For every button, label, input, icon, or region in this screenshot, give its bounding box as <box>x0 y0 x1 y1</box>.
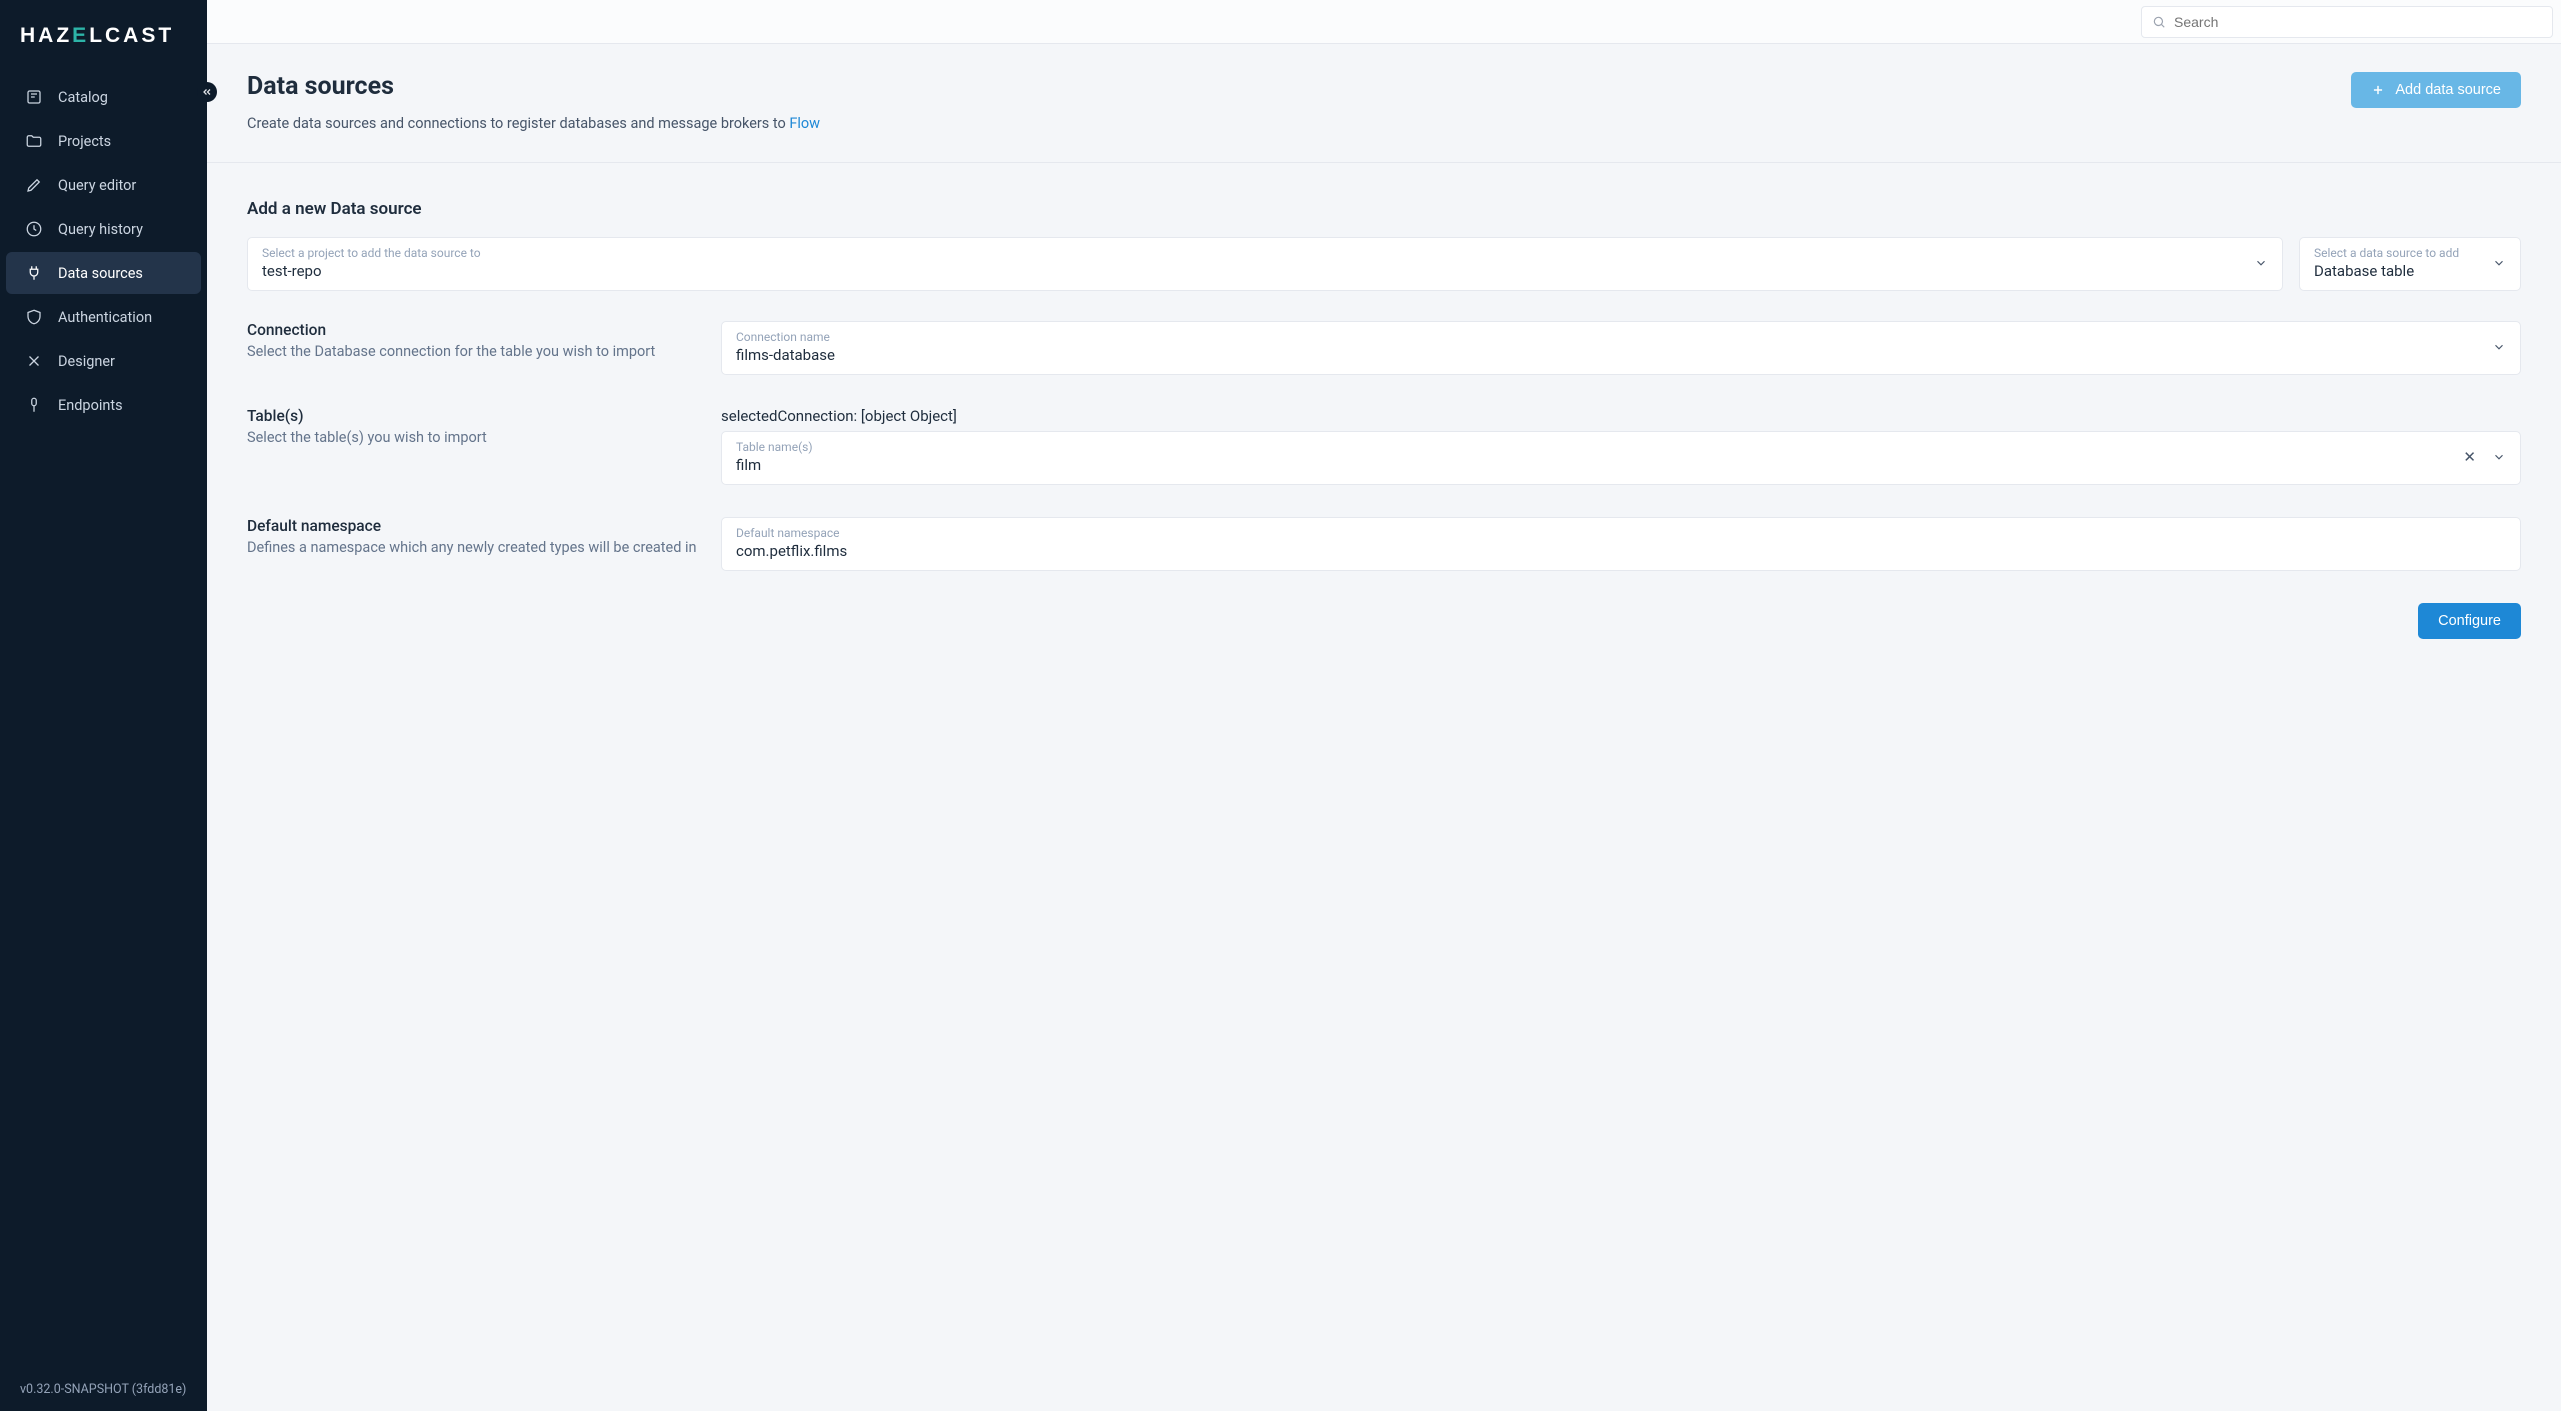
sidebar-item-query-history[interactable]: Query history <box>6 208 201 250</box>
project-select[interactable]: Select a project to add the data source … <box>247 237 2283 291</box>
form-content: Add a new Data source Select a project t… <box>207 163 2561 679</box>
topbar <box>207 0 2561 44</box>
folder-icon <box>24 131 44 151</box>
endpoint-icon <box>24 395 44 415</box>
logo: HAZELCAST <box>0 0 207 66</box>
logo-post: LCAST <box>89 24 174 47</box>
project-value: test-repo <box>262 262 322 280</box>
type-value: Database table <box>2314 262 2414 280</box>
connection-desc: Select the Database connection for the t… <box>247 343 701 360</box>
data-source-type-select[interactable]: Select a data source to add Database tab… <box>2299 237 2521 291</box>
project-label: Select a project to add the data source … <box>262 246 2246 260</box>
tables-title: Table(s) <box>247 407 701 425</box>
section-title: Add a new Data source <box>247 199 2521 219</box>
sidebar-item-label: Query history <box>58 221 143 238</box>
nav: Catalog Projects Query editor Query hist… <box>0 66 207 428</box>
sidebar-item-label: Endpoints <box>58 397 123 414</box>
search-input[interactable] <box>2174 14 2542 30</box>
namespace-input[interactable]: Default namespace com.petflix.films <box>721 517 2521 571</box>
connection-value: films-database <box>736 346 835 364</box>
search-box[interactable] <box>2141 6 2553 38</box>
plug-icon <box>24 263 44 283</box>
version-text: v0.32.0-SNAPSHOT (3fdd81e) <box>0 1368 207 1411</box>
sidebar-item-label: Authentication <box>58 309 152 326</box>
sidebar-item-query-editor[interactable]: Query editor <box>6 164 201 206</box>
main: Data sources Create data sources and con… <box>207 0 2561 1411</box>
logo-pre: HAZ <box>20 24 72 47</box>
connection-field-label: Connection name <box>736 330 2484 344</box>
tables-select[interactable]: Table name(s) film ✕ <box>721 431 2521 485</box>
sidebar-item-label: Query editor <box>58 177 136 194</box>
tables-value: film <box>736 456 761 474</box>
sidebar-item-endpoints[interactable]: Endpoints <box>6 384 201 426</box>
logo-accent: E <box>72 24 89 47</box>
pencil-icon <box>24 175 44 195</box>
configure-button[interactable]: Configure <box>2418 603 2521 639</box>
sidebar-item-projects[interactable]: Projects <box>6 120 201 162</box>
sidebar-item-label: Projects <box>58 133 111 150</box>
namespace-value: com.petflix.films <box>736 542 847 560</box>
history-icon <box>24 219 44 239</box>
sidebar-item-label: Catalog <box>58 89 108 106</box>
sidebar-item-data-sources[interactable]: Data sources <box>6 252 201 294</box>
selected-connection-debug: selectedConnection: [object Object] <box>721 407 2521 425</box>
namespace-field-label: Default namespace <box>736 526 2506 540</box>
shield-icon <box>24 307 44 327</box>
add-button-label: Add data source <box>2395 82 2501 98</box>
page-header: Data sources Create data sources and con… <box>207 44 2561 163</box>
flow-link[interactable]: Flow <box>789 115 820 132</box>
chevron-down-icon[interactable] <box>2254 256 2268 270</box>
tables-field-label: Table name(s) <box>736 440 2463 454</box>
chevron-down-icon[interactable] <box>2492 340 2506 354</box>
collapse-sidebar-button[interactable] <box>197 82 217 102</box>
namespace-title: Default namespace <box>247 517 701 535</box>
search-icon <box>2152 15 2166 29</box>
page-title: Data sources <box>247 72 2351 101</box>
connection-title: Connection <box>247 321 701 339</box>
tables-desc: Select the table(s) you wish to import <box>247 429 701 446</box>
type-label: Select a data source to add <box>2314 246 2484 260</box>
sidebar: HAZELCAST Catalog Projects Query editor … <box>0 0 207 1411</box>
catalog-icon <box>24 87 44 107</box>
namespace-desc: Defines a namespace which any newly crea… <box>247 539 701 556</box>
clear-icon[interactable]: ✕ <box>2463 448 2476 466</box>
sidebar-item-catalog[interactable]: Catalog <box>6 76 201 118</box>
sidebar-item-authentication[interactable]: Authentication <box>6 296 201 338</box>
chevron-down-icon[interactable] <box>2492 256 2506 270</box>
add-data-source-button[interactable]: Add data source <box>2351 72 2521 108</box>
sidebar-item-designer[interactable]: Designer <box>6 340 201 382</box>
connection-select[interactable]: Connection name films-database <box>721 321 2521 375</box>
tools-icon <box>24 351 44 371</box>
page-subtitle: Create data sources and connections to r… <box>247 115 2351 132</box>
plus-icon <box>2371 83 2385 97</box>
chevron-double-left-icon <box>201 86 213 98</box>
sidebar-item-label: Designer <box>58 353 115 370</box>
sidebar-item-label: Data sources <box>58 265 143 282</box>
chevron-down-icon[interactable] <box>2492 450 2506 464</box>
